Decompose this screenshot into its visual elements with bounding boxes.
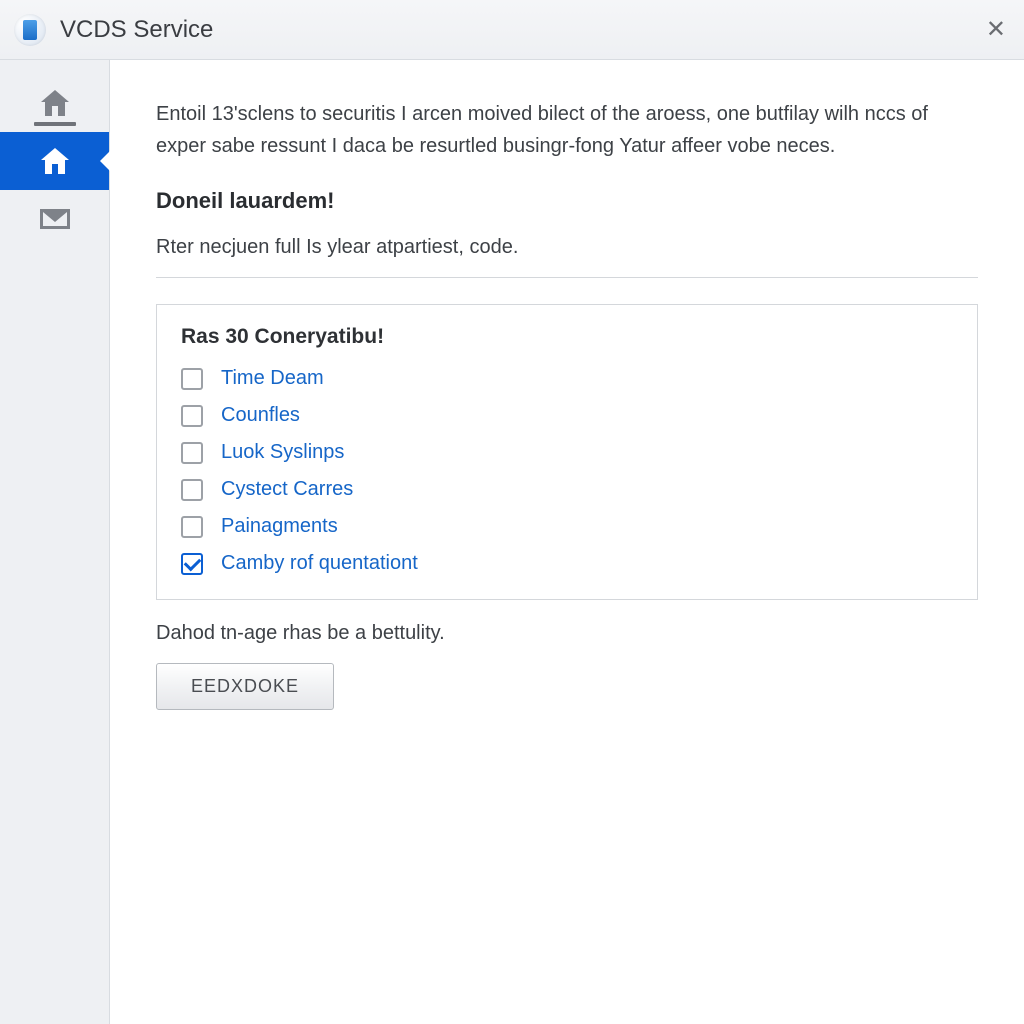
option-row: Camby rof quentationt (181, 552, 953, 575)
title-bar: VCDS Service ✕ (0, 0, 1024, 60)
app-icon (14, 14, 46, 46)
option-label[interactable]: Luok Syslinps (221, 441, 344, 464)
checkbox-luok-syslinps[interactable] (181, 442, 203, 464)
checkbox-counfles[interactable] (181, 405, 203, 427)
option-label[interactable]: Counfles (221, 404, 300, 427)
option-label[interactable]: Camby rof quentationt (221, 552, 418, 575)
sidebar-item-mail[interactable] (0, 190, 109, 248)
close-icon[interactable]: ✕ (986, 18, 1006, 42)
options-panel: Ras 30 Coneryatibu! Time Deam Counfles L… (156, 304, 978, 600)
checkbox-painagments[interactable] (181, 516, 203, 538)
option-label[interactable]: Time Deam (221, 367, 324, 390)
option-row: Time Deam (181, 367, 953, 390)
app-icon-glyph (23, 20, 37, 40)
body: Entoil 13'sclens to securitis I arcen mo… (0, 60, 1024, 1024)
checkbox-time-deam[interactable] (181, 368, 203, 390)
sidebar (0, 60, 110, 1024)
option-row: Painagments (181, 515, 953, 538)
checkbox-camby-quentationt[interactable] (181, 553, 203, 575)
home-icon (41, 148, 69, 174)
option-row: Cystect Carres (181, 478, 953, 501)
home-icon (41, 90, 69, 116)
mail-icon (40, 209, 70, 229)
option-label[interactable]: Cystect Carres (221, 478, 353, 501)
option-label[interactable]: Painagments (221, 515, 338, 538)
panel-title: Ras 30 Coneryatibu! (181, 325, 953, 349)
divider (156, 277, 978, 278)
primary-action-button[interactable]: EEDXDOKE (156, 663, 334, 710)
sidebar-item-home-outline[interactable] (0, 74, 109, 132)
footer-note: Dahod tn-age rhas be a bettulity. (156, 622, 978, 645)
option-row: Counfles (181, 404, 953, 427)
checkbox-cystect-carres[interactable] (181, 479, 203, 501)
intro-paragraph: Entoil 13'sclens to securitis I arcen mo… (156, 98, 978, 162)
main-content: Entoil 13'sclens to securitis I arcen mo… (110, 60, 1024, 1024)
section-heading: Doneil lauardem! (156, 188, 978, 214)
sidebar-item-home-active[interactable] (0, 132, 109, 190)
window-title: VCDS Service (60, 16, 213, 44)
option-row: Luok Syslinps (181, 441, 953, 464)
section-subtext: Rter necjuen full Is ylear atpartiest, c… (156, 236, 978, 259)
